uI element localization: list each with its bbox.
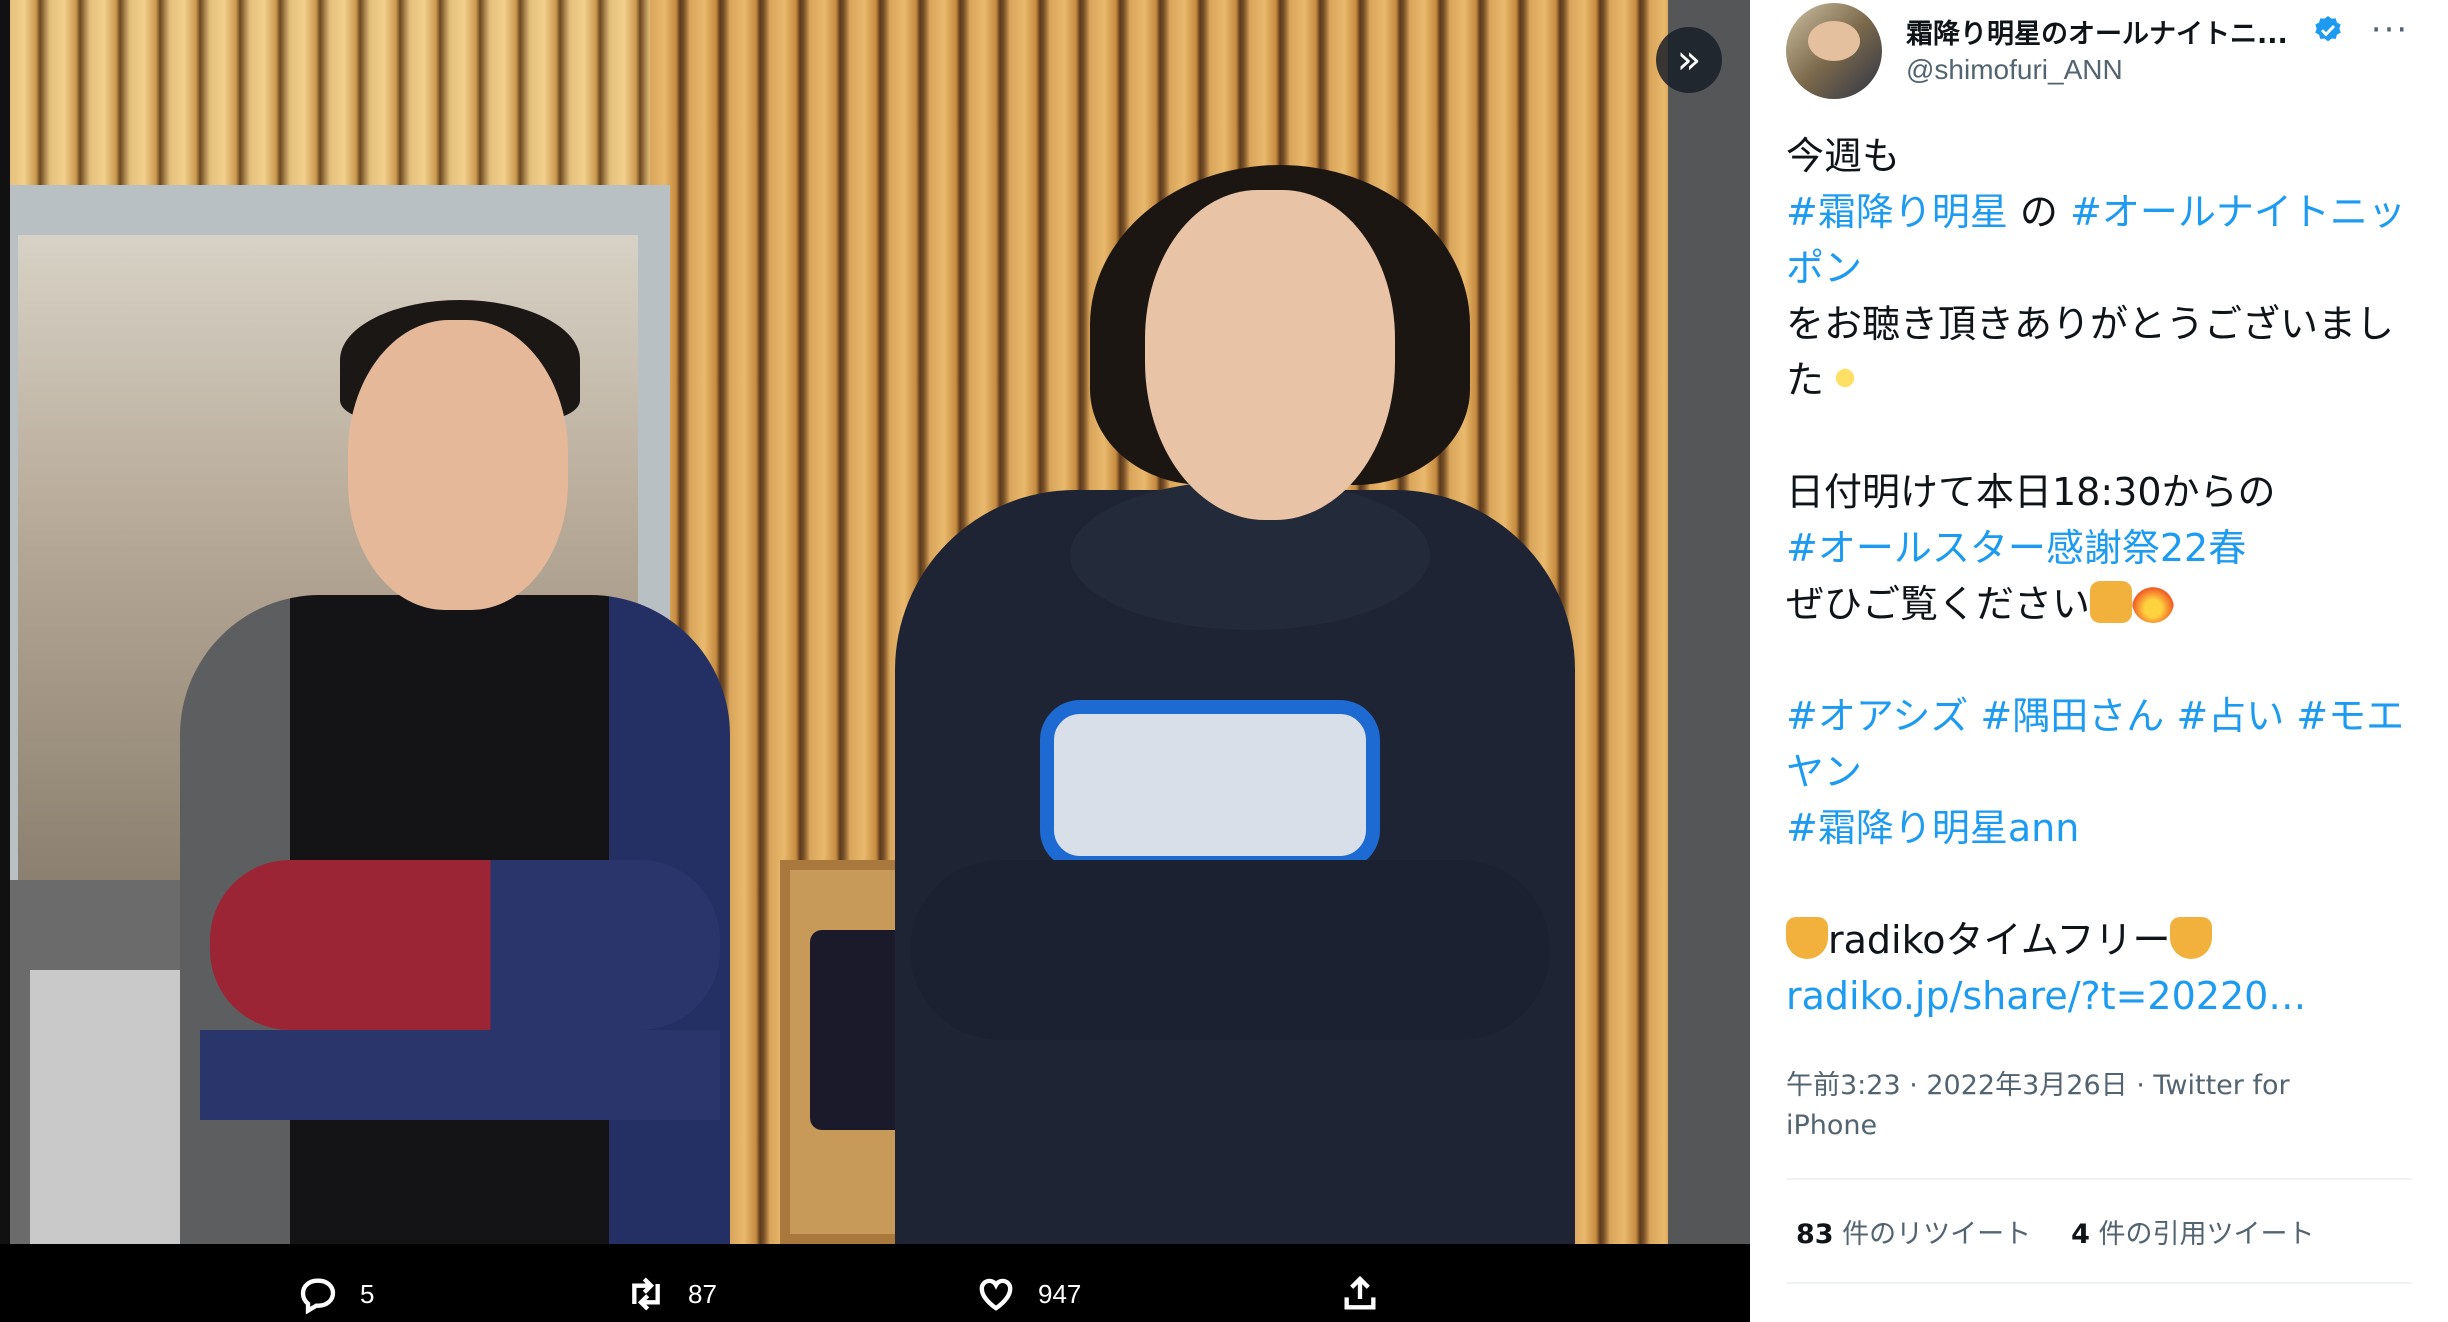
hashtag-link[interactable]: #オアシズ <box>1786 694 1968 738</box>
verified-badge-icon <box>2315 16 2341 42</box>
person-right-hoodie-logo <box>1040 700 1380 870</box>
tweet-line: radikoタイムフリー <box>1786 912 2426 968</box>
retweet-icon <box>632 1277 660 1311</box>
hashtag-link[interactable]: #占い <box>2176 694 2284 738</box>
divider <box>1786 1282 2412 1284</box>
avatar[interactable] <box>1786 3 1882 99</box>
person-left-stripe <box>200 1030 720 1120</box>
tweet-text-fragment: の <box>2007 190 2071 234</box>
quote-stat[interactable]: 4 件の引用ツイート <box>2071 1212 2314 1251</box>
retweet-button[interactable]: 87 <box>626 1274 717 1314</box>
quote-stat-label: 件の引用ツイート <box>2089 1219 2315 1250</box>
more-icon[interactable]: ··· <box>2368 8 2412 52</box>
tweet-line: #オアシズ #隅田さん #占い #モエヤン <box>1786 688 2426 800</box>
hashtag-link[interactable]: #霜降り明星 <box>1786 190 2008 234</box>
url-link[interactable]: radiko.jp/share/?t=20220… <box>1786 974 2306 1018</box>
tweet-line: 日付明けて本日18:30からの <box>1786 470 2276 514</box>
share-button[interactable] <box>1340 1274 1380 1314</box>
share-icon <box>1344 1275 1376 1310</box>
reply-count: 5 <box>360 1278 375 1309</box>
tweet-line: radiko.jp/share/?t=20220… <box>1786 968 2426 1024</box>
like-icon <box>979 1278 1013 1311</box>
quote-stat-count: 4 <box>2071 1219 2090 1250</box>
tweet-stats: 83 件のリツイート 4 件の引用ツイート <box>1796 1212 2315 1251</box>
retweet-stat[interactable]: 83 件のリツイート <box>1796 1212 2031 1251</box>
person-left-head <box>348 320 568 610</box>
tweet-text: 今週も #霜降り明星 の #オールナイトニッポン をお聴き頂きありがとうございま… <box>1786 128 2426 1024</box>
like-button[interactable]: 947 <box>976 1274 1081 1314</box>
media-action-bar <box>0 1244 1750 1322</box>
person-right-arms <box>910 860 1550 1040</box>
retweet-stat-count: 83 <box>1796 1219 1834 1250</box>
tweet-line: #霜降り明星 の #オールナイトニッポン <box>1786 184 2426 296</box>
retweet-count: 87 <box>688 1278 717 1309</box>
fist-icon <box>2090 581 2133 623</box>
divider <box>1786 1178 2412 1180</box>
pointing-down-icon <box>1786 917 1828 959</box>
retweet-stat-label: 件のリツイート <box>1833 1219 2032 1250</box>
tweet-line: をお聴き頂きありがとうございました <box>1786 296 2426 408</box>
hashtag-link[interactable]: #オールスター感謝祭22春 <box>1786 526 2246 570</box>
tweet-line: ぜひご覧ください <box>1786 576 2426 632</box>
tweet-text-fragment: ぜひご覧ください <box>1786 582 2091 626</box>
like-count: 947 <box>1038 1278 1082 1309</box>
tweet-panel: 霜降り明星のオールナイトニ... @shimofuri_ANN ··· 今週も … <box>1750 0 2448 1322</box>
tweet-line: 今週も <box>1786 134 1901 178</box>
tweet-timestamp[interactable]: 午前3:23 · 2022年3月26日 · Twitter for iPhone <box>1786 1066 2346 1146</box>
next-arrow-icon[interactable]: » <box>1656 27 1722 93</box>
fire-icon <box>2132 581 2175 623</box>
tweet-text-fragment: radikoタイムフリー <box>1828 918 2171 962</box>
media-viewer: » 5 87 947 <box>0 0 1750 1322</box>
hashtag-link[interactable]: #霜降り明星ann <box>1786 806 2079 850</box>
pointing-down-icon <box>2170 917 2213 959</box>
tweet-line: #オールスター感謝祭22春 <box>1786 520 2426 576</box>
tweet-line: #霜降り明星ann <box>1786 800 2426 856</box>
wooden-slat-wall-top <box>10 0 650 200</box>
person-right-head <box>1145 190 1395 520</box>
tweet-photo[interactable] <box>10 0 1668 1244</box>
sparkles-icon <box>1824 357 1867 399</box>
reply-icon <box>300 1278 336 1314</box>
tweet-text-fragment: をお聴き頂きありがとうございました <box>1786 302 2395 402</box>
reply-button[interactable]: 5 <box>298 1274 374 1314</box>
display-name[interactable]: 霜降り明星のオールナイトニ... <box>1906 12 2326 51</box>
hashtag-link[interactable]: #隅田さん <box>1980 694 2164 738</box>
handle[interactable]: @shimofuri_ANN <box>1906 54 2123 86</box>
background-timeline-peek <box>1668 0 1750 1322</box>
person-left-arms <box>210 860 720 1030</box>
